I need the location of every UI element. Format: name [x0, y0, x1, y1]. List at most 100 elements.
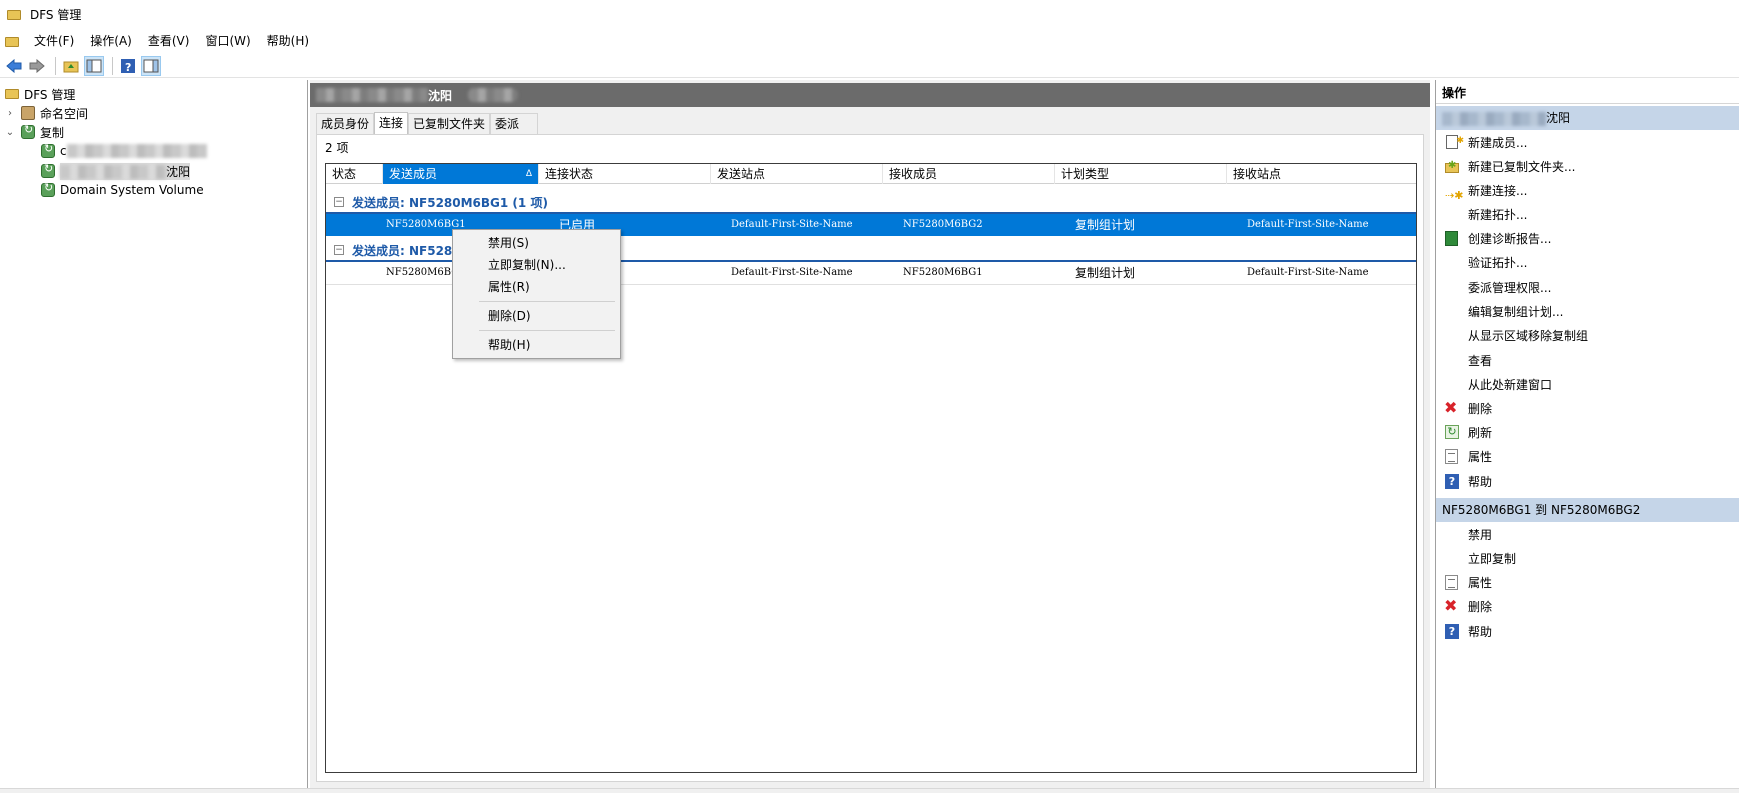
action-properties[interactable]: 属性 — [1436, 446, 1739, 468]
column-header-sending-member[interactable]: 发送成员 Δ — [383, 164, 539, 184]
tree-node-replication-group-2[interactable]: 沈阳 — [40, 161, 191, 181]
action-remove-from-display[interactable]: 从显示区域移除复制组 — [1436, 325, 1739, 347]
action-delegate-permissions[interactable]: 委派管理权限... — [1436, 277, 1739, 299]
replication-icon — [20, 123, 36, 140]
redacted-text — [316, 88, 428, 102]
action-new-window[interactable]: 从此处新建窗口 — [1436, 374, 1739, 396]
actions-title: 操作 — [1436, 82, 1739, 104]
tree-node-domain-system-volume[interactable]: Domain System Volume — [40, 180, 204, 200]
console-tree: DFS 管理 › 命名空间 ⌄ 复制 c 沈阳 Domain System Vo… — [0, 80, 308, 790]
menu-action[interactable]: 操作(A) — [82, 30, 140, 52]
replication-group-icon — [40, 162, 56, 179]
menu-item-disable[interactable]: 禁用(S) — [453, 232, 620, 254]
column-header-sending-site[interactable]: 发送站点 — [711, 164, 883, 184]
collapse-group-icon[interactable]: − — [334, 245, 344, 255]
menu-item-delete[interactable]: 删除(D) — [453, 305, 620, 327]
action-pane-icon — [143, 59, 159, 72]
svg-text:?: ? — [125, 61, 131, 74]
action-create-diagnostic-report[interactable]: 创建诊断报告... — [1436, 228, 1739, 250]
collapse-chevron-icon[interactable]: ⌄ — [4, 127, 16, 138]
column-header-schedule-type[interactable]: 计划类型 — [1055, 164, 1227, 184]
action-help[interactable]: ? 帮助 — [1436, 471, 1739, 493]
window-title: DFS 管理 — [30, 7, 82, 22]
group-header[interactable]: − 发送成员: NF5280M6BG1 (1 项) — [326, 192, 1416, 212]
sort-ascending-icon: Δ — [525, 169, 532, 179]
tab-replicated-folders[interactable]: 已复制文件夹 — [408, 113, 491, 134]
delete-icon: ✖ — [1444, 596, 1458, 615]
actions-section-connection[interactable]: NF5280M6BG1 到 NF5280M6BG2 — [1436, 498, 1739, 522]
properties-icon — [1444, 449, 1460, 465]
cell-receiver: NF5280M6BG2 — [903, 219, 983, 230]
forward-button[interactable] — [27, 56, 47, 76]
column-header-connection-state[interactable]: 连接状态 — [539, 164, 711, 184]
up-level-button[interactable] — [61, 56, 81, 76]
column-header-receiving-site[interactable]: 接收站点 — [1227, 164, 1416, 184]
toolbar-separator — [55, 56, 56, 75]
cell-receiving-site: Default-First-Site-Name — [1247, 219, 1369, 230]
console-icon — [4, 34, 20, 48]
tab-strip: 成员身份 连接 已复制文件夹 委派 — [316, 112, 539, 135]
menu-view[interactable]: 查看(V) — [140, 30, 198, 52]
tab-membership[interactable]: 成员身份 — [316, 113, 375, 134]
context-menu: 禁用(S) 立即复制(N)... 属性(R) 删除(D) 帮助(H) — [452, 229, 621, 359]
action-new-topology[interactable]: 新建拓扑... — [1436, 204, 1739, 226]
dfs-management-icon — [4, 86, 20, 102]
menu-file[interactable]: 文件(F) — [26, 30, 82, 52]
tree-node-namespace[interactable]: › 命名空间 — [4, 103, 88, 123]
redacted-text — [66, 144, 207, 159]
tree-node-replication[interactable]: ⌄ 复制 — [4, 122, 64, 142]
back-button[interactable] — [4, 56, 24, 76]
expand-chevron-icon[interactable]: › — [4, 108, 16, 119]
help-icon: ? — [1444, 474, 1460, 490]
tree-node-replication-group-1[interactable]: c — [40, 141, 207, 161]
title-bar: DFS 管理 — [0, 0, 1739, 28]
help-icon: ? — [1444, 624, 1460, 640]
action-connection-help[interactable]: ? 帮助 — [1436, 621, 1739, 643]
item-count: 2 项 — [325, 141, 349, 155]
menu-bar: 文件(F) 操作(A) 查看(V) 窗口(W) 帮助(H) — [0, 30, 1739, 52]
menu-item-replicate-now[interactable]: 立即复制(N)... — [453, 254, 620, 276]
action-new-connection[interactable]: ⇢✱ 新建连接... — [1436, 180, 1739, 202]
cell-schedule-type: 复制组计划 — [1075, 266, 1136, 280]
forward-arrow-icon — [29, 58, 45, 73]
menu-separator — [479, 330, 615, 331]
refresh-icon: ↻ — [1444, 425, 1460, 441]
toolbar: ? — [0, 54, 1739, 78]
console-tree-icon — [86, 59, 102, 72]
action-refresh[interactable]: ↻ 刷新 — [1436, 422, 1739, 444]
results-pane: 沈阳 成员身份 连接 已复制文件夹 委派 2 项 状态 发送成员 Δ 连接状态 … — [310, 80, 1430, 790]
redacted-text — [1442, 111, 1546, 126]
action-new-replicated-folder[interactable]: 新建已复制文件夹... — [1436, 155, 1739, 178]
action-verify-topology[interactable]: 验证拓扑... — [1436, 252, 1739, 274]
tab-delegation[interactable]: 委派 — [490, 113, 539, 134]
action-replicate-now[interactable]: 立即复制 — [1436, 548, 1739, 570]
action-view[interactable]: 查看 — [1436, 350, 1739, 372]
action-edit-schedule[interactable]: 编辑复制组计划... — [1436, 301, 1739, 323]
show-hide-action-pane-button[interactable] — [141, 55, 161, 76]
back-arrow-icon — [6, 58, 22, 73]
column-header-receiving-member[interactable]: 接收成员 — [883, 164, 1055, 184]
cell-schedule-type: 复制组计划 — [1075, 218, 1136, 232]
report-icon — [1444, 231, 1460, 247]
collapse-group-icon[interactable]: − — [334, 197, 344, 207]
action-connection-delete[interactable]: ✖ 删除 — [1436, 596, 1739, 618]
action-delete[interactable]: ✖ 删除 — [1436, 398, 1739, 420]
help-button[interactable]: ? — [118, 56, 138, 76]
menu-separator — [479, 301, 615, 302]
help-icon: ? — [121, 58, 135, 74]
show-hide-tree-button[interactable] — [84, 55, 104, 76]
actions-section-group[interactable]: 沈阳 — [1436, 106, 1739, 130]
column-header-status[interactable]: 状态 — [326, 164, 383, 184]
tree-node-dfs-root[interactable]: DFS 管理 — [4, 84, 75, 104]
menu-item-help[interactable]: 帮助(H) — [453, 334, 620, 356]
tab-connections[interactable]: 连接 — [374, 112, 409, 135]
action-connection-properties[interactable]: 属性 — [1436, 572, 1739, 594]
actions-pane: 操作 沈阳 新建成员... 新建已复制文件夹... ⇢✱新建连接... 新建拓扑… — [1435, 80, 1739, 790]
new-member-icon — [1444, 130, 1464, 152]
action-disable[interactable]: 禁用 — [1436, 524, 1739, 546]
menu-window[interactable]: 窗口(W) — [197, 30, 258, 52]
toolbar-separator — [112, 56, 113, 75]
menu-help[interactable]: 帮助(H) — [259, 30, 317, 52]
menu-item-properties[interactable]: 属性(R) — [453, 276, 620, 298]
action-new-member[interactable]: 新建成员... — [1436, 130, 1739, 154]
